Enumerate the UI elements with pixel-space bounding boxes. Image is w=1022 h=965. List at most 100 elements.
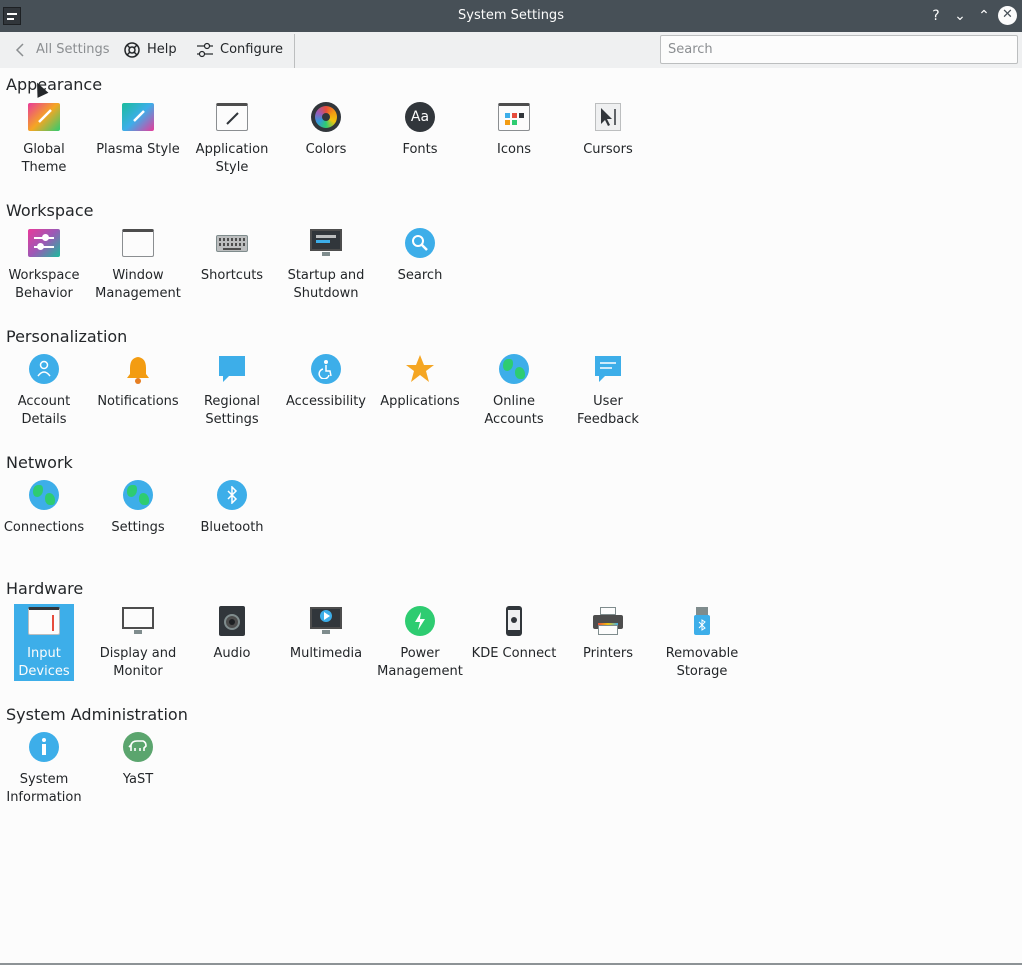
item-user-feedback[interactable]: User Feedback	[577, 353, 639, 429]
item-online-accounts[interactable]: Online Accounts	[484, 353, 544, 429]
window-management-icon	[122, 227, 154, 259]
cursors-icon	[592, 101, 624, 133]
plasma-style-icon	[122, 101, 154, 133]
item-label: KDE Connect	[471, 646, 557, 661]
multimedia-icon	[310, 605, 342, 637]
notifications-icon	[122, 353, 154, 385]
fonts-icon: Aa	[404, 101, 436, 133]
system-settings-window: System Settings ? ⌄ ⌃ ✕ All Settings Hel…	[0, 0, 1022, 965]
item-label: Plasma Style	[96, 142, 180, 157]
shortcuts-icon	[216, 227, 248, 259]
item-label: Global Theme	[21, 142, 67, 175]
printers-icon	[592, 605, 624, 637]
item-cursors[interactable]: Cursors	[578, 101, 638, 159]
section-title-hardware: Hardware	[6, 579, 84, 598]
online-accounts-icon	[498, 353, 530, 385]
item-label: Window Management	[95, 268, 181, 301]
item-label: Notifications	[97, 394, 179, 409]
item-label: Printers	[582, 646, 634, 661]
all-settings-button[interactable]: All Settings	[12, 38, 110, 62]
yast-icon	[122, 731, 154, 763]
item-system-information[interactable]: System Information	[6, 731, 82, 807]
item-startup-shutdown[interactable]: Startup and Shutdown	[288, 227, 364, 303]
item-shortcuts[interactable]: Shortcuts	[201, 227, 263, 285]
item-label: Input Devices	[18, 646, 70, 679]
item-bluetooth[interactable]: Bluetooth	[200, 479, 264, 537]
context-help-button[interactable]: ?	[926, 6, 946, 26]
item-removable-storage[interactable]: Removable Storage	[666, 605, 738, 681]
item-label: Icons	[497, 142, 531, 157]
item-label: Audio	[213, 646, 251, 661]
item-label: Shortcuts	[200, 268, 264, 283]
item-label: User Feedback	[577, 394, 639, 427]
applications-icon	[404, 353, 436, 385]
item-power-management[interactable]: Power Management	[377, 605, 463, 681]
global-theme-icon	[28, 101, 60, 133]
item-account-details[interactable]: Account Details	[14, 353, 74, 429]
item-label: Application Style	[195, 142, 269, 175]
item-label: Power Management	[377, 646, 463, 679]
section-title-workspace: Workspace	[6, 201, 94, 220]
title-bar[interactable]: System Settings ? ⌄ ⌃ ✕	[0, 0, 1022, 32]
item-applications[interactable]: Applications	[380, 353, 460, 411]
item-accessibility[interactable]: Accessibility	[286, 353, 366, 411]
item-application-style[interactable]: Application Style	[196, 101, 268, 177]
minimize-button[interactable]: ⌄	[950, 6, 970, 26]
help-button[interactable]: Help	[123, 38, 177, 62]
toolbar: All Settings Help Configure	[0, 32, 1022, 68]
help-lifebuoy-icon	[123, 41, 141, 59]
search-input[interactable]	[660, 35, 1018, 64]
account-details-icon	[28, 353, 60, 385]
item-label: Applications	[380, 394, 460, 409]
item-multimedia[interactable]: Multimedia	[290, 605, 362, 663]
item-icons[interactable]: Icons	[484, 101, 544, 159]
item-label: Fonts	[402, 142, 438, 157]
item-kde-connect[interactable]: KDE Connect	[472, 605, 556, 663]
regional-settings-icon	[216, 353, 248, 385]
workspace-behavior-icon	[28, 227, 60, 259]
item-search[interactable]: Search	[390, 227, 450, 285]
item-label: Colors	[305, 142, 347, 157]
removable-storage-icon	[686, 605, 718, 637]
maximize-button[interactable]: ⌃	[974, 6, 994, 26]
item-label: Bluetooth	[200, 520, 264, 535]
item-plasma-style[interactable]: Plasma Style	[96, 101, 180, 159]
item-regional-settings[interactable]: Regional Settings	[202, 353, 262, 429]
item-colors[interactable]: Colors	[296, 101, 356, 159]
item-label: Workspace Behavior	[8, 268, 80, 301]
item-label: Online Accounts	[484, 394, 544, 427]
icons-icon	[498, 101, 530, 133]
search-icon	[404, 227, 436, 259]
item-label: YaST	[122, 772, 154, 787]
item-label: Connections	[3, 520, 85, 535]
accessibility-icon	[310, 353, 342, 385]
section-title-personalization: Personalization	[6, 327, 128, 346]
section-title-system-administration: System Administration	[6, 705, 188, 724]
bluetooth-icon	[216, 479, 248, 511]
connections-icon	[28, 479, 60, 511]
close-button[interactable]: ✕	[998, 6, 1017, 25]
configure-button[interactable]: Configure	[196, 38, 283, 62]
window-title: System Settings	[458, 8, 564, 23]
all-settings-label: All Settings	[36, 42, 110, 57]
item-audio[interactable]: Audio	[202, 605, 262, 663]
item-window-management[interactable]: Window Management	[95, 227, 181, 303]
item-network-settings[interactable]: Settings	[108, 479, 168, 537]
system-information-icon	[28, 731, 60, 763]
item-yast[interactable]: YaST	[108, 731, 168, 789]
item-display-monitor[interactable]: Display and Monitor	[100, 605, 176, 681]
item-connections[interactable]: Connections	[4, 479, 84, 537]
item-input-devices[interactable]: Input Devices	[14, 604, 74, 681]
item-label: Cursors	[583, 142, 633, 157]
kde-connect-icon	[498, 605, 530, 637]
item-notifications[interactable]: Notifications	[97, 353, 179, 411]
item-printers[interactable]: Printers	[578, 605, 638, 663]
power-management-icon	[404, 605, 436, 637]
item-label: Search	[397, 268, 443, 283]
item-fonts[interactable]: Aa Fonts	[390, 101, 450, 159]
item-global-theme[interactable]: Global Theme	[14, 101, 74, 177]
item-label: Account Details	[17, 394, 71, 427]
application-style-icon	[216, 101, 248, 133]
item-workspace-behavior[interactable]: Workspace Behavior	[8, 227, 80, 303]
colors-icon	[310, 101, 342, 133]
